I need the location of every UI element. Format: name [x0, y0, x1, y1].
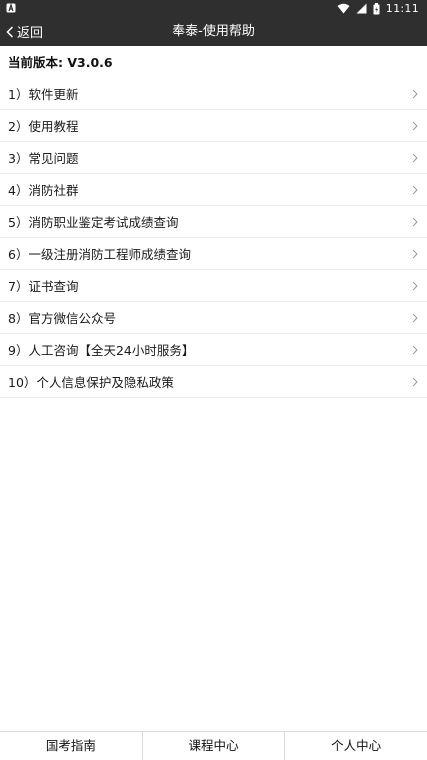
page-title: 奉泰-使用帮助 — [172, 24, 255, 39]
menu-item-label: 5）消防职业鉴定考试成绩查询 — [8, 215, 179, 230]
chevron-right-icon — [412, 217, 418, 226]
tab-personal-center[interactable]: 个人中心 — [285, 732, 427, 760]
tab-course-center[interactable]: 课程中心 — [143, 732, 286, 760]
menu-item-community[interactable]: 4）消防社群 — [0, 174, 427, 206]
tab-exam-guide[interactable]: 国考指南 — [0, 732, 143, 760]
chevron-right-icon — [412, 153, 418, 162]
menu-item-label: 8）官方微信公众号 — [8, 311, 116, 326]
menu-item-certificate-query[interactable]: 7）证书查询 — [0, 270, 427, 302]
menu-item-human-consult[interactable]: 9）人工咨询【全天24小时服务】 — [0, 334, 427, 366]
chevron-right-icon — [412, 249, 418, 258]
chevron-right-icon — [412, 89, 418, 98]
menu-item-software-update[interactable]: 1）软件更新 — [0, 78, 427, 110]
menu-item-wechat-account[interactable]: 8）官方微信公众号 — [0, 302, 427, 334]
signal-icon — [356, 3, 367, 14]
chevron-right-icon — [412, 185, 418, 194]
status-time: 11:11 — [385, 2, 419, 15]
menu-item-exam-score-query[interactable]: 5）消防职业鉴定考试成绩查询 — [0, 206, 427, 238]
bottom-tab-bar: 国考指南 课程中心 个人中心 — [0, 731, 427, 760]
menu-item-label: 9）人工咨询【全天24小时服务】 — [8, 343, 195, 358]
menu-item-tutorial[interactable]: 2）使用教程 — [0, 110, 427, 142]
battery-icon — [373, 2, 380, 14]
chevron-right-icon — [412, 345, 418, 354]
menu-item-label: 6）一级注册消防工程师成绩查询 — [8, 247, 191, 262]
menu-item-label: 7）证书查询 — [8, 279, 79, 294]
menu-item-label: 4）消防社群 — [8, 183, 79, 198]
chevron-right-icon — [412, 313, 418, 322]
version-label: 当前版本: V3.0.6 — [8, 55, 113, 70]
menu-item-privacy-policy[interactable]: 10）个人信息保护及隐私政策 — [0, 366, 427, 398]
menu-item-engineer-score-query[interactable]: 6）一级注册消防工程师成绩查询 — [0, 238, 427, 270]
notification-a-icon — [6, 3, 16, 13]
menu-item-label: 2）使用教程 — [8, 119, 79, 134]
chevron-right-icon — [412, 121, 418, 130]
status-icons: 11:11 — [337, 1, 419, 16]
help-menu-list: 1）软件更新 2）使用教程 3）常见问题 4）消防社群 5）消防职业鉴定考试成绩… — [0, 78, 427, 398]
chevron-right-icon — [412, 281, 418, 290]
nav-bar: 返回 奉泰-使用帮助 — [0, 17, 427, 46]
chevron-right-icon — [412, 377, 418, 386]
menu-item-faq[interactable]: 3）常见问题 — [0, 142, 427, 174]
menu-item-label: 10）个人信息保护及隐私政策 — [8, 375, 174, 390]
status-bar: 11:11 — [0, 0, 427, 17]
menu-item-label: 3）常见问题 — [8, 151, 79, 166]
wifi-icon — [337, 3, 350, 14]
menu-item-label: 1）软件更新 — [8, 87, 79, 102]
